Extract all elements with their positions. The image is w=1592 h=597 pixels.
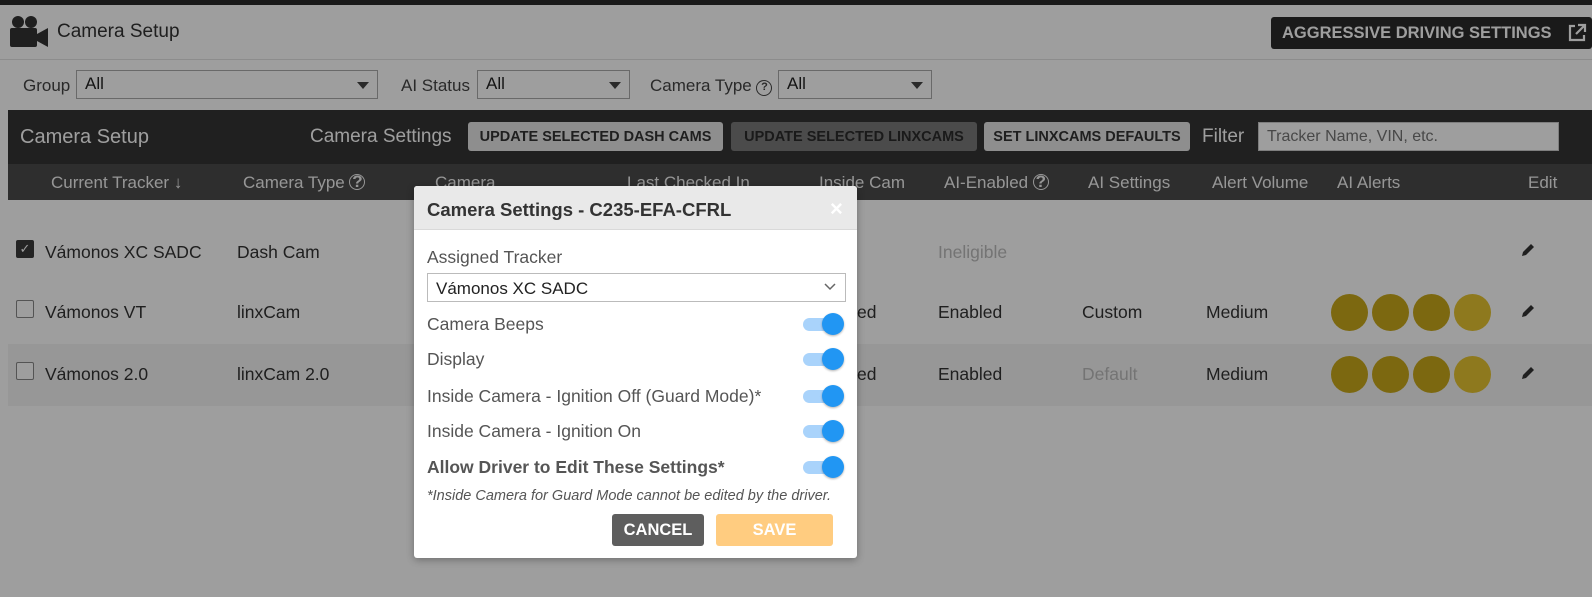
guard-mode-toggle[interactable] (803, 385, 845, 407)
camera-settings-modal: Camera Settings - C235-EFA-CFRL × Assign… (414, 186, 857, 558)
allow-driver-edit-toggle[interactable] (803, 456, 845, 478)
setting-label: Display (427, 349, 485, 369)
cancel-button[interactable]: CANCEL (612, 514, 704, 546)
setting-label: Allow Driver to Edit These Settings* (427, 457, 725, 477)
display-toggle[interactable] (803, 348, 845, 370)
chevron-down-icon (824, 283, 836, 291)
setting-display: Display (427, 344, 847, 372)
modal-title: Camera Settings - C235-EFA-CFRL (427, 199, 732, 220)
assigned-tracker-label: Assigned Tracker (427, 247, 563, 267)
assigned-tracker-value: Vámonos XC SADC (436, 279, 589, 298)
assigned-tracker-select[interactable]: Vámonos XC SADC (427, 273, 846, 302)
setting-allow-driver-edit: Allow Driver to Edit These Settings* (427, 452, 847, 480)
camera-beeps-toggle[interactable] (803, 313, 845, 335)
setting-label: Inside Camera - Ignition On (427, 421, 641, 441)
guard-mode-note: *Inside Camera for Guard Mode cannot be … (427, 488, 832, 504)
modal-header: Camera Settings - C235-EFA-CFRL × (414, 186, 857, 230)
setting-label: Camera Beeps (427, 314, 544, 334)
save-button[interactable]: SAVE (716, 514, 833, 546)
setting-camera-beeps: Camera Beeps (427, 309, 847, 337)
setting-label: Inside Camera - Ignition Off (Guard Mode… (427, 386, 762, 406)
setting-ignition-on: Inside Camera - Ignition On (427, 416, 847, 444)
close-icon[interactable]: × (830, 196, 843, 222)
setting-guard-mode: Inside Camera - Ignition Off (Guard Mode… (427, 381, 847, 409)
ignition-on-toggle[interactable] (803, 420, 845, 442)
